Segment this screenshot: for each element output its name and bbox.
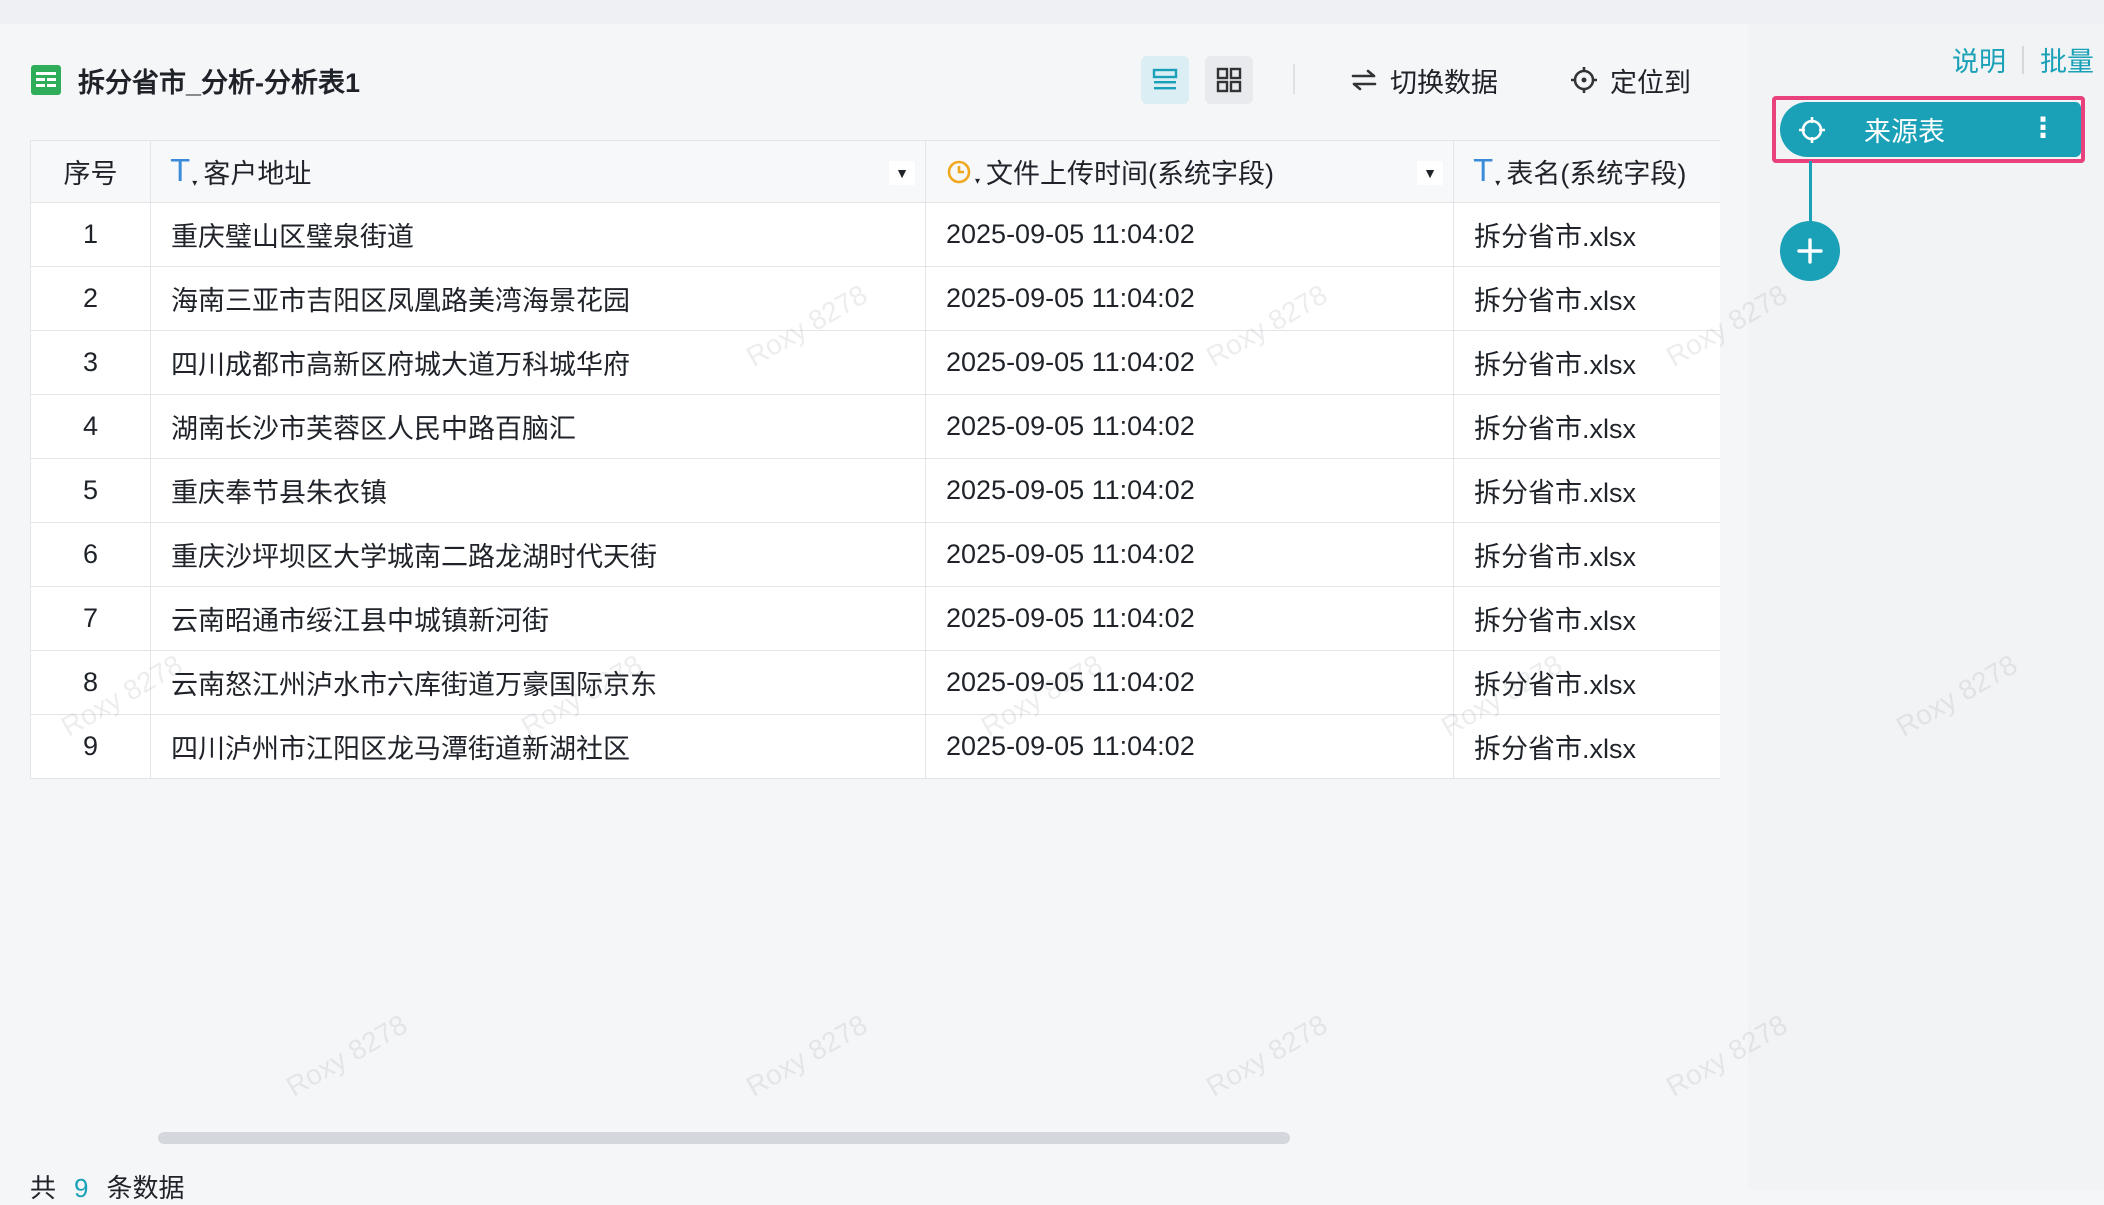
link-divider (2022, 45, 2024, 74)
side-panel (1748, 24, 2104, 1190)
column-header-label: 表名(系统字段) (1506, 159, 1687, 189)
record-count-suffix: 条数据 (106, 1173, 185, 1203)
sheet-header: 拆分省市_分析-分析表1 (30, 56, 360, 104)
switch-data-button[interactable]: 切换数据 (1350, 58, 1498, 102)
cell-address[interactable]: 重庆璧山区璧泉街道 (150, 202, 926, 267)
swap-icon (1351, 69, 1377, 91)
cell-upload-time[interactable]: 2025-09-05 11:04:02 (925, 330, 1454, 395)
table-row[interactable]: 7 云南昭通市绥江县中城镇新河街 2025-09-05 11:04:02 拆分省… (30, 586, 1720, 651)
dropdown-arrow-icon[interactable]: ▼ (889, 161, 915, 185)
cell-table-name[interactable]: 拆分省市.xlsx (1453, 330, 1720, 395)
crosshair-icon (1798, 116, 1826, 144)
cell-table-name[interactable]: 拆分省市.xlsx (1453, 266, 1720, 331)
table-row[interactable]: 8 云南怒江州泸水市六库街道万豪国际京东 2025-09-05 11:04:02… (30, 650, 1720, 715)
page-title: 拆分省市_分析-分析表1 (78, 67, 361, 98)
column-header-table-name[interactable]: T ▾ 表名(系统字段) (1453, 140, 1720, 203)
cell-address[interactable]: 四川泸州市江阳区龙马潭街道新湖社区 (150, 714, 926, 779)
node-label: 来源表 (1864, 117, 1945, 147)
text-type-icon: T ▾ (171, 154, 198, 189)
locate-icon (1571, 67, 1597, 93)
more-icon[interactable]: ⋮ (2029, 114, 2057, 142)
plus-icon (1797, 238, 1823, 264)
cell-upload-time[interactable]: 2025-09-05 11:04:02 (925, 394, 1454, 459)
cell-table-name[interactable]: 拆分省市.xlsx (1453, 458, 1720, 523)
cell-address[interactable]: 云南怒江州泸水市六库街道万豪国际京东 (150, 650, 926, 715)
record-count-prefix: 共 (30, 1173, 57, 1203)
horizontal-scrollbar[interactable] (158, 1132, 1290, 1144)
cell-table-name[interactable]: 拆分省市.xlsx (1453, 202, 1720, 267)
table-row[interactable]: 2 海南三亚市吉阳区凤凰路美湾海景花园 2025-09-05 11:04:02 … (30, 266, 1720, 331)
cell-index: 2 (30, 266, 151, 331)
table-row[interactable]: 4 湖南长沙市芙蓉区人民中路百脑汇 2025-09-05 11:04:02 拆分… (30, 394, 1720, 459)
grid-view-button[interactable] (1205, 56, 1253, 104)
column-header-label: 客户地址 (203, 159, 312, 189)
locate-label: 定位到 (1610, 67, 1691, 98)
sheet-icon (31, 65, 61, 95)
cell-table-name[interactable]: 拆分省市.xlsx (1453, 650, 1720, 715)
cell-table-name[interactable]: 拆分省市.xlsx (1453, 522, 1720, 587)
source-table-node[interactable]: 来源表 ⋮ (1780, 102, 2081, 157)
column-header-index[interactable]: 序号 (30, 140, 151, 203)
side-panel-links: 说明 批量 (1952, 40, 2094, 79)
table-row[interactable]: 3 四川成都市高新区府城大道万科城华府 2025-09-05 11:04:02 … (30, 330, 1720, 395)
add-node-button[interactable] (1780, 221, 1840, 281)
cell-upload-time[interactable]: 2025-09-05 11:04:02 (925, 458, 1454, 523)
cell-index: 9 (30, 714, 151, 779)
table-row[interactable]: 5 重庆奉节县朱衣镇 2025-09-05 11:04:02 拆分省市.xlsx (30, 458, 1720, 523)
cell-address[interactable]: 海南三亚市吉阳区凤凰路美湾海景花园 (150, 266, 926, 331)
dropdown-arrow-icon[interactable]: ▼ (1417, 161, 1443, 185)
column-header-label: 序号 (63, 159, 118, 189)
list-view-icon (1152, 68, 1178, 90)
table-row[interactable]: 1 重庆璧山区璧泉街道 2025-09-05 11:04:02 拆分省市.xls… (30, 202, 1720, 267)
cell-index: 8 (30, 650, 151, 715)
cell-address[interactable]: 云南昭通市绥江县中城镇新河街 (150, 586, 926, 651)
record-count: 共 9 条数据 (30, 1168, 185, 1205)
cell-table-name[interactable]: 拆分省市.xlsx (1453, 394, 1720, 459)
cell-index: 6 (30, 522, 151, 587)
cell-upload-time[interactable]: 2025-09-05 11:04:02 (925, 202, 1454, 267)
cell-upload-time[interactable]: 2025-09-05 11:04:02 (925, 522, 1454, 587)
clock-icon: ▾ (946, 159, 980, 187)
help-link[interactable]: 说明 (1952, 40, 2006, 79)
data-table: 序号 T ▾ 客户地址 ▼ ▾ 文件上传时间(系统字段) ▼ T ▾ 表名(系统… (30, 140, 1720, 779)
switch-data-label: 切换数据 (1390, 67, 1498, 98)
batch-link[interactable]: 批量 (2040, 40, 2094, 79)
column-header-label: 文件上传时间(系统字段) (986, 159, 1274, 189)
cell-upload-time[interactable]: 2025-09-05 11:04:02 (925, 586, 1454, 651)
cell-address[interactable]: 湖南长沙市芙蓉区人民中路百脑汇 (150, 394, 926, 459)
table-header-row: 序号 T ▾ 客户地址 ▼ ▾ 文件上传时间(系统字段) ▼ T ▾ 表名(系统… (30, 140, 1720, 203)
top-strip (0, 0, 2104, 24)
flow-connector (1809, 161, 1812, 223)
record-count-value: 9 (74, 1173, 89, 1203)
cell-upload-time[interactable]: 2025-09-05 11:04:02 (925, 266, 1454, 331)
data-table-container: 序号 T ▾ 客户地址 ▼ ▾ 文件上传时间(系统字段) ▼ T ▾ 表名(系统… (30, 140, 1720, 780)
column-header-address[interactable]: T ▾ 客户地址 ▼ (150, 140, 926, 203)
cell-address[interactable]: 重庆奉节县朱衣镇 (150, 458, 926, 523)
locate-button[interactable]: 定位到 (1570, 58, 1691, 102)
cell-address[interactable]: 四川成都市高新区府城大道万科城华府 (150, 330, 926, 395)
cell-index: 3 (30, 330, 151, 395)
cell-table-name[interactable]: 拆分省市.xlsx (1453, 586, 1720, 651)
cell-index: 4 (30, 394, 151, 459)
cell-address[interactable]: 重庆沙坪坝区大学城南二路龙湖时代天街 (150, 522, 926, 587)
list-view-button[interactable] (1141, 56, 1189, 104)
table-row[interactable]: 6 重庆沙坪坝区大学城南二路龙湖时代天街 2025-09-05 11:04:02… (30, 522, 1720, 587)
text-type-icon: T ▾ (1474, 154, 1501, 189)
toolbar-divider (1293, 64, 1295, 94)
column-header-upload-time[interactable]: ▾ 文件上传时间(系统字段) ▼ (925, 140, 1454, 203)
cell-upload-time[interactable]: 2025-09-05 11:04:02 (925, 714, 1454, 779)
cell-index: 1 (30, 202, 151, 267)
cell-index: 5 (30, 458, 151, 523)
table-row[interactable]: 9 四川泸州市江阳区龙马潭街道新湖社区 2025-09-05 11:04:02 … (30, 714, 1720, 779)
cell-upload-time[interactable]: 2025-09-05 11:04:02 (925, 650, 1454, 715)
cell-index: 7 (30, 586, 151, 651)
cell-table-name[interactable]: 拆分省市.xlsx (1453, 714, 1720, 779)
grid-view-icon (1216, 67, 1242, 93)
